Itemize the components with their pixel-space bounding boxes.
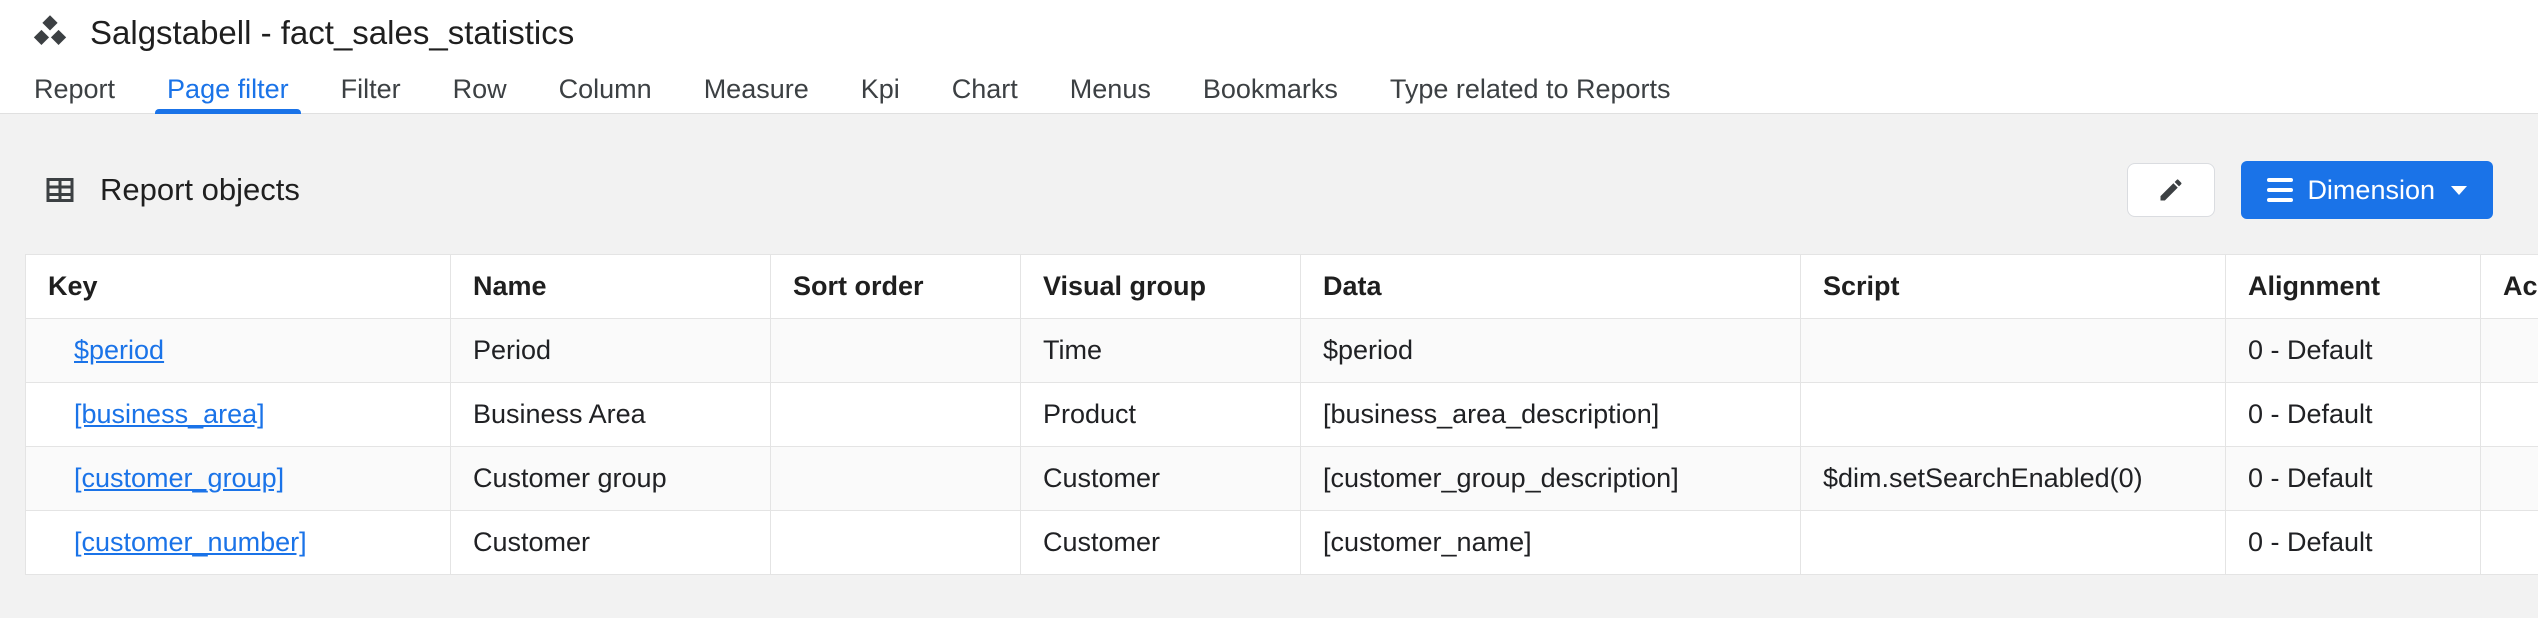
visual-group-cell: Customer xyxy=(1020,446,1301,511)
column-header-data: Data xyxy=(1300,254,1801,319)
column-header-script: Script xyxy=(1800,254,2226,319)
data-cell: [customer_name] xyxy=(1300,510,1801,575)
table-header-row: Key Name Sort order Visual group Data Sc… xyxy=(25,254,2538,319)
key-link[interactable]: [customer_group] xyxy=(74,463,284,493)
pencil-icon xyxy=(2157,176,2185,204)
section-title: Report objects xyxy=(100,172,300,207)
data-cell: $period xyxy=(1300,318,1801,383)
alignment-cell: 0 - Default xyxy=(2225,446,2481,511)
column-header-alignment: Alignment xyxy=(2225,254,2481,319)
table-row: [business_area] Business Area Product [b… xyxy=(25,382,2538,447)
section-actions: Dimension xyxy=(2127,161,2493,219)
sort-order-cell xyxy=(770,510,1021,575)
access-cell xyxy=(2480,446,2538,511)
caret-down-icon xyxy=(2451,185,2467,195)
hamburger-icon xyxy=(2267,178,2294,202)
report-objects-table: Key Name Sort order Visual group Data Sc… xyxy=(25,254,2538,575)
column-header-visual-group: Visual group xyxy=(1020,254,1301,319)
tab-row[interactable]: Row xyxy=(427,66,533,113)
app-header: Salgstabell - fact_sales_statistics xyxy=(0,0,2538,66)
tab-menus[interactable]: Menus xyxy=(1044,66,1177,113)
name-cell: Business Area xyxy=(450,382,771,447)
tab-measure[interactable]: Measure xyxy=(678,66,835,113)
tab-bookmarks[interactable]: Bookmarks xyxy=(1177,66,1364,113)
key-link[interactable]: [business_area] xyxy=(74,399,265,429)
visual-group-cell: Customer xyxy=(1020,510,1301,575)
script-cell: $dim.setSearchEnabled(0) xyxy=(1800,446,2226,511)
sort-order-cell xyxy=(770,318,1021,383)
tab-report[interactable]: Report xyxy=(8,66,141,113)
table-header: Key Name Sort order Visual group Data Sc… xyxy=(25,254,2538,319)
visual-group-cell: Time xyxy=(1020,318,1301,383)
name-cell: Customer group xyxy=(450,446,771,511)
name-cell: Customer xyxy=(450,510,771,575)
table-body: $period Period Time $period 0 - Default … xyxy=(25,318,2538,575)
alignment-cell: 0 - Default xyxy=(2225,318,2481,383)
page-title: Salgstabell - fact_sales_statistics xyxy=(90,14,575,51)
edit-button[interactable] xyxy=(2127,163,2216,217)
column-header-access: Acce xyxy=(2480,254,2538,319)
access-cell xyxy=(2480,318,2538,383)
column-header-key: Key xyxy=(25,254,451,319)
alignment-cell: 0 - Default xyxy=(2225,510,2481,575)
key-link[interactable]: [customer_number] xyxy=(74,527,307,557)
tab-filter[interactable]: Filter xyxy=(315,66,427,113)
report-objects-table-wrap: Key Name Sort order Visual group Data Sc… xyxy=(25,254,2538,575)
dimension-dropdown-button[interactable]: Dimension xyxy=(2241,161,2493,219)
script-cell xyxy=(1800,318,2226,383)
script-cell xyxy=(1800,510,2226,575)
tab-type-related-to-reports[interactable]: Type related to Reports xyxy=(1364,66,1697,113)
visual-group-cell: Product xyxy=(1020,382,1301,447)
table-grid-icon xyxy=(42,172,78,208)
access-cell xyxy=(2480,382,2538,447)
cubes-icon xyxy=(30,13,70,53)
page-body: Report objects Dimension Key Name Sort o… xyxy=(0,114,2538,618)
dimension-button-label: Dimension xyxy=(2307,174,2435,205)
tab-chart[interactable]: Chart xyxy=(926,66,1044,113)
section-header: Report objects Dimension xyxy=(0,154,2538,226)
sort-order-cell xyxy=(770,446,1021,511)
table-row: [customer_number] Customer Customer [cus… xyxy=(25,510,2538,575)
data-cell: [business_area_description] xyxy=(1300,382,1801,447)
column-header-sort-order: Sort order xyxy=(770,254,1021,319)
table-row: $period Period Time $period 0 - Default xyxy=(25,318,2538,383)
tab-column[interactable]: Column xyxy=(533,66,678,113)
script-cell xyxy=(1800,382,2226,447)
tab-bar: Report Page filter Filter Row Column Mea… xyxy=(0,66,2538,114)
access-cell xyxy=(2480,510,2538,575)
column-header-name: Name xyxy=(450,254,771,319)
table-row: [customer_group] Customer group Customer… xyxy=(25,446,2538,511)
key-link[interactable]: $period xyxy=(74,335,164,365)
tab-page-filter[interactable]: Page filter xyxy=(141,66,315,114)
name-cell: Period xyxy=(450,318,771,383)
data-cell: [customer_group_description] xyxy=(1300,446,1801,511)
tab-kpi[interactable]: Kpi xyxy=(835,66,926,113)
sort-order-cell xyxy=(770,382,1021,447)
alignment-cell: 0 - Default xyxy=(2225,382,2481,447)
